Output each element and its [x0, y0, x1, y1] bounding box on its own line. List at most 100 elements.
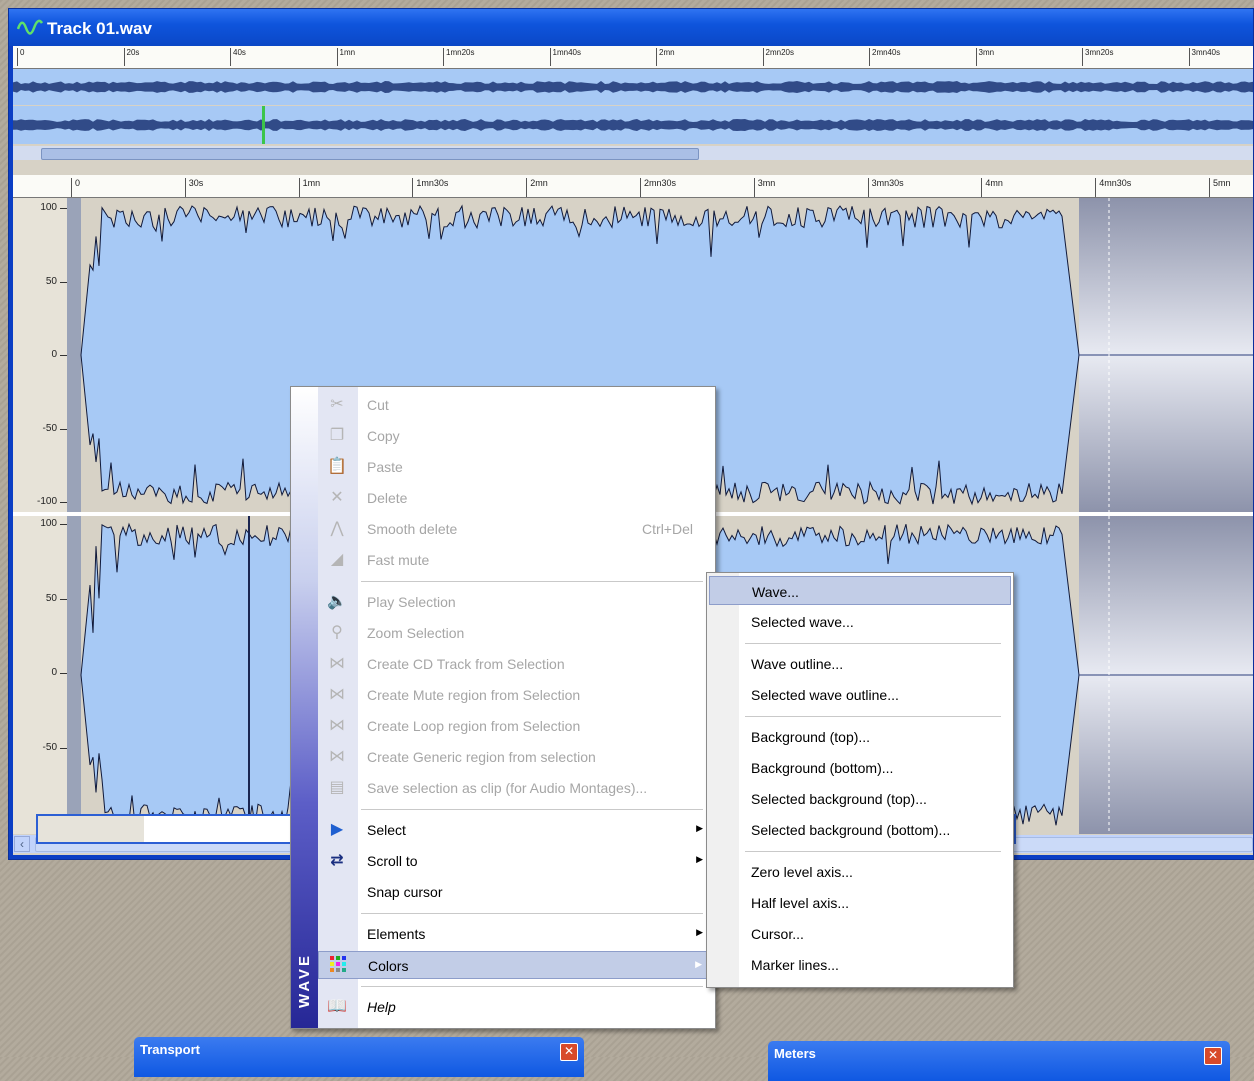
submenu-item-marker-lines[interactable]: Marker lines... [709, 950, 1011, 979]
scissors-icon: ✂ [330, 396, 344, 413]
time-ruler-tick: 2mn30s [640, 178, 676, 197]
menu-band-label: WAVE [296, 952, 313, 1008]
menu-item-copy[interactable]: ❐ Copy [318, 422, 713, 450]
overview-scroll-thumb[interactable] [41, 148, 699, 160]
save-clip-icon: ▤ [329, 779, 345, 796]
amplitude-label: -50 [42, 422, 68, 434]
help-book-icon: 📖 [327, 998, 347, 1015]
speaker-icon: 🔈 [327, 593, 347, 610]
time-ruler-tick: 4mn30s [1095, 178, 1131, 197]
time-ruler-tick: 1mn [298, 178, 320, 197]
time-ruler-tick: 5mn [1209, 178, 1231, 197]
amplitude-label: 50 [45, 592, 68, 604]
overview-ruler-tick: 40s [230, 48, 246, 66]
time-ruler-tick: 2mn [526, 178, 548, 197]
generic-region-icon: ⋈ [329, 748, 345, 765]
select-icon: ▶ [330, 821, 344, 838]
zoom-icon: ⚲ [331, 624, 343, 641]
menu-item-zoom-selection[interactable]: ⚲ Zoom Selection [318, 619, 713, 647]
submenu-arrow-icon: ▶ [696, 823, 703, 833]
menu-separator [745, 851, 1001, 852]
time-ruler[interactable]: 0 30s 1mn 1mn30s 2mn 2mn30s 3mn 3mn30s 4mn 4mn30s… [13, 175, 1253, 198]
amplitude-label: 0 [51, 667, 66, 678]
submenu-item-selected-background-top[interactable]: Selected background (top)... [709, 784, 1011, 813]
menu-side-band: WAVE [291, 387, 318, 1028]
overview-ruler-tick: 20s [123, 48, 139, 66]
menu-separator [361, 809, 703, 810]
menu-item-paste[interactable]: 📋 Paste [318, 453, 713, 481]
amplitude-label: 100 [40, 202, 67, 213]
time-ruler-tick: 3mn [753, 178, 775, 197]
submenu-item-half-level-axis[interactable]: Half level axis... [709, 888, 1011, 917]
menu-item-scroll-to[interactable]: ⇄ Scroll to ▶ [318, 847, 713, 875]
overview-ruler-tick: 1mn40s [549, 48, 581, 66]
menu-item-colors[interactable]: Colors ▶ [318, 951, 713, 979]
overview-ruler-tick: 3mn20s [1082, 48, 1113, 66]
cd-track-icon: ⋈ [329, 655, 345, 672]
overview-ruler[interactable]: 0 20s 40s 1mn 1mn20s 1mn40s 2mn 2mn20s 2mn40s 3mn… [13, 46, 1253, 69]
menu-separator [361, 581, 703, 582]
menu-item-create-generic-region[interactable]: ⋈ Create Generic region from selection [318, 743, 713, 771]
close-icon[interactable]: ✕ [560, 1043, 578, 1061]
menu-item-save-selection-clip[interactable]: ▤ Save selection as clip (for Audio Monta… [318, 774, 713, 802]
amplitude-label: 100 [40, 518, 67, 529]
fast-mute-icon: ◢ [330, 551, 344, 568]
overview-ruler-tick: 3mn40s [1188, 48, 1220, 66]
submenu-item-background-bottom[interactable]: Background (bottom)... [709, 753, 1011, 782]
amplitude-label: 0 [51, 349, 66, 360]
menu-item-snap-cursor[interactable]: Snap cursor [318, 878, 713, 906]
transport-title: Transport [140, 1042, 200, 1057]
overview-view-marker [262, 106, 265, 144]
menu-item-help[interactable]: 📖 Help [318, 993, 713, 1021]
menu-item-elements[interactable]: Elements ▶ [318, 920, 713, 948]
submenu-item-selected-wave-outline[interactable]: Selected wave outline... [709, 680, 1011, 709]
meters-window[interactable]: Meters ✕ [768, 1041, 1230, 1081]
copy-icon: ❐ [329, 427, 345, 444]
window-title: Track 01.wav [47, 19, 152, 38]
submenu-item-wave-outline[interactable]: Wave outline... [709, 649, 1011, 678]
menu-item-delete[interactable]: ✕ Delete [318, 484, 713, 512]
overview-scrollbar[interactable] [13, 146, 1253, 160]
amplitude-label: -100 [36, 496, 68, 507]
submenu-item-selected-wave[interactable]: Selected wave... [709, 607, 1011, 636]
time-ruler-tick: 4mn [981, 178, 1003, 197]
scroll-to-icon: ⇄ [330, 852, 344, 869]
mute-region-icon: ⋈ [329, 686, 345, 703]
menu-item-create-mute-region[interactable]: ⋈ Create Mute region from Selection [318, 681, 713, 709]
time-ruler-tick: 0 [71, 178, 80, 197]
time-ruler-tick: 3mn30s [867, 178, 904, 197]
menu-separator [745, 643, 1001, 644]
close-icon[interactable]: ✕ [1204, 1047, 1222, 1065]
overview-channel-left[interactable] [13, 69, 1253, 105]
overview-ruler-tick: 1mn20s [443, 48, 474, 66]
submenu-arrow-icon: ▶ [696, 854, 703, 864]
menu-item-cut[interactable]: ✂ Cut [318, 391, 713, 419]
transport-window[interactable]: Transport ✕ [134, 1037, 584, 1077]
menu-item-smooth-delete[interactable]: ⋀ Smooth delete Ctrl+Del [318, 515, 713, 543]
overview-ruler-tick: 2mn [656, 48, 675, 66]
time-ruler-tick: 1mn30s [412, 178, 448, 197]
scroll-left-arrow-icon[interactable]: ‹ [14, 836, 30, 852]
paste-icon: 📋 [327, 458, 347, 475]
submenu-item-zero-level-axis[interactable]: Zero level axis... [709, 857, 1011, 886]
overview-ruler-tick: 1mn [336, 48, 355, 66]
menu-separator [361, 986, 703, 987]
menu-item-fast-mute[interactable]: ◢ Fast mute [318, 546, 713, 574]
menu-item-play-selection[interactable]: 🔈 Play Selection [318, 588, 713, 616]
loop-region-icon: ⋈ [329, 717, 345, 734]
menu-item-create-loop-region[interactable]: ⋈ Create Loop region from Selection [318, 712, 713, 740]
menu-separator [745, 716, 1001, 717]
menu-item-select[interactable]: ▶ Select ▶ [318, 816, 713, 844]
menu-item-create-cd-track[interactable]: ⋈ Create CD Track from Selection [318, 650, 713, 678]
submenu-item-cursor[interactable]: Cursor... [709, 919, 1011, 948]
delete-icon: ✕ [330, 489, 344, 506]
overview-channel-right[interactable] [13, 106, 1253, 144]
menu-separator [361, 913, 703, 914]
smooth-delete-icon: ⋀ [330, 520, 344, 537]
submenu-item-selected-background-bottom[interactable]: Selected background (bottom)... [709, 815, 1011, 844]
overview-ruler-tick: 3mn [975, 48, 994, 66]
submenu-item-wave[interactable]: Wave... [709, 576, 1011, 605]
submenu-item-background-top[interactable]: Background (top)... [709, 722, 1011, 751]
title-bar[interactable]: Track 01.wav [9, 9, 1253, 46]
submenu-arrow-icon: ▶ [695, 959, 702, 969]
